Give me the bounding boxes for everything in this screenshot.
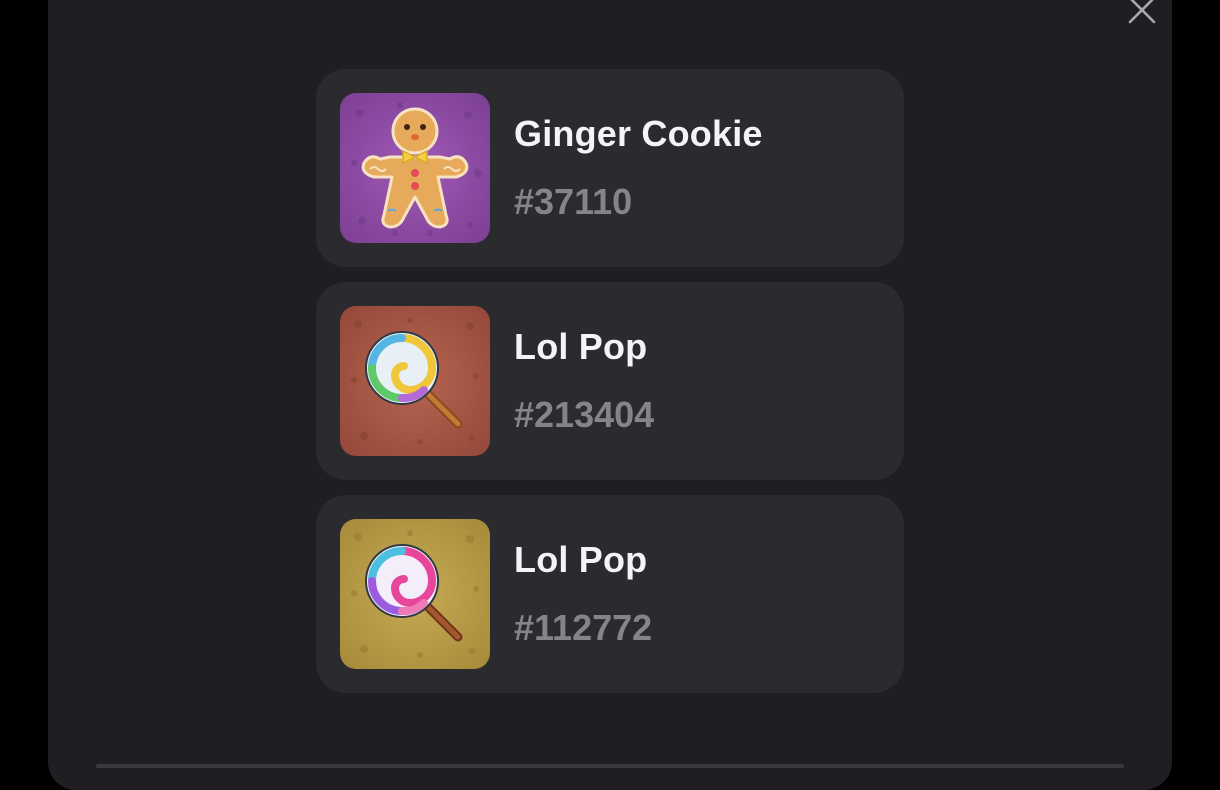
item-card-ginger-cookie[interactable]: Ginger Cookie #37110 xyxy=(316,69,904,267)
item-name: Lol Pop xyxy=(514,326,648,367)
item-thumbnail xyxy=(340,93,490,243)
divider xyxy=(96,764,1124,768)
item-name: Ginger Cookie xyxy=(514,113,763,154)
gingerbread-cookie-icon xyxy=(340,93,490,243)
lollipop-icon xyxy=(340,306,490,456)
lollipop-icon xyxy=(340,519,490,669)
item-card-lol-pop[interactable]: Lol Pop #213404 xyxy=(316,282,904,480)
item-card-lol-pop[interactable]: Lol Pop #112772 xyxy=(316,495,904,693)
close-button[interactable] xyxy=(1124,0,1160,28)
item-name: Lol Pop xyxy=(514,539,648,580)
item-id: #112772 xyxy=(514,607,653,648)
close-icon xyxy=(1128,0,1156,24)
item-thumbnail xyxy=(340,306,490,456)
item-list-modal: Ginger Cookie #37110 Lol Pop #213404 Lol… xyxy=(48,0,1172,790)
item-id: #213404 xyxy=(514,394,655,435)
item-id: #37110 xyxy=(514,181,633,222)
item-thumbnail xyxy=(340,519,490,669)
